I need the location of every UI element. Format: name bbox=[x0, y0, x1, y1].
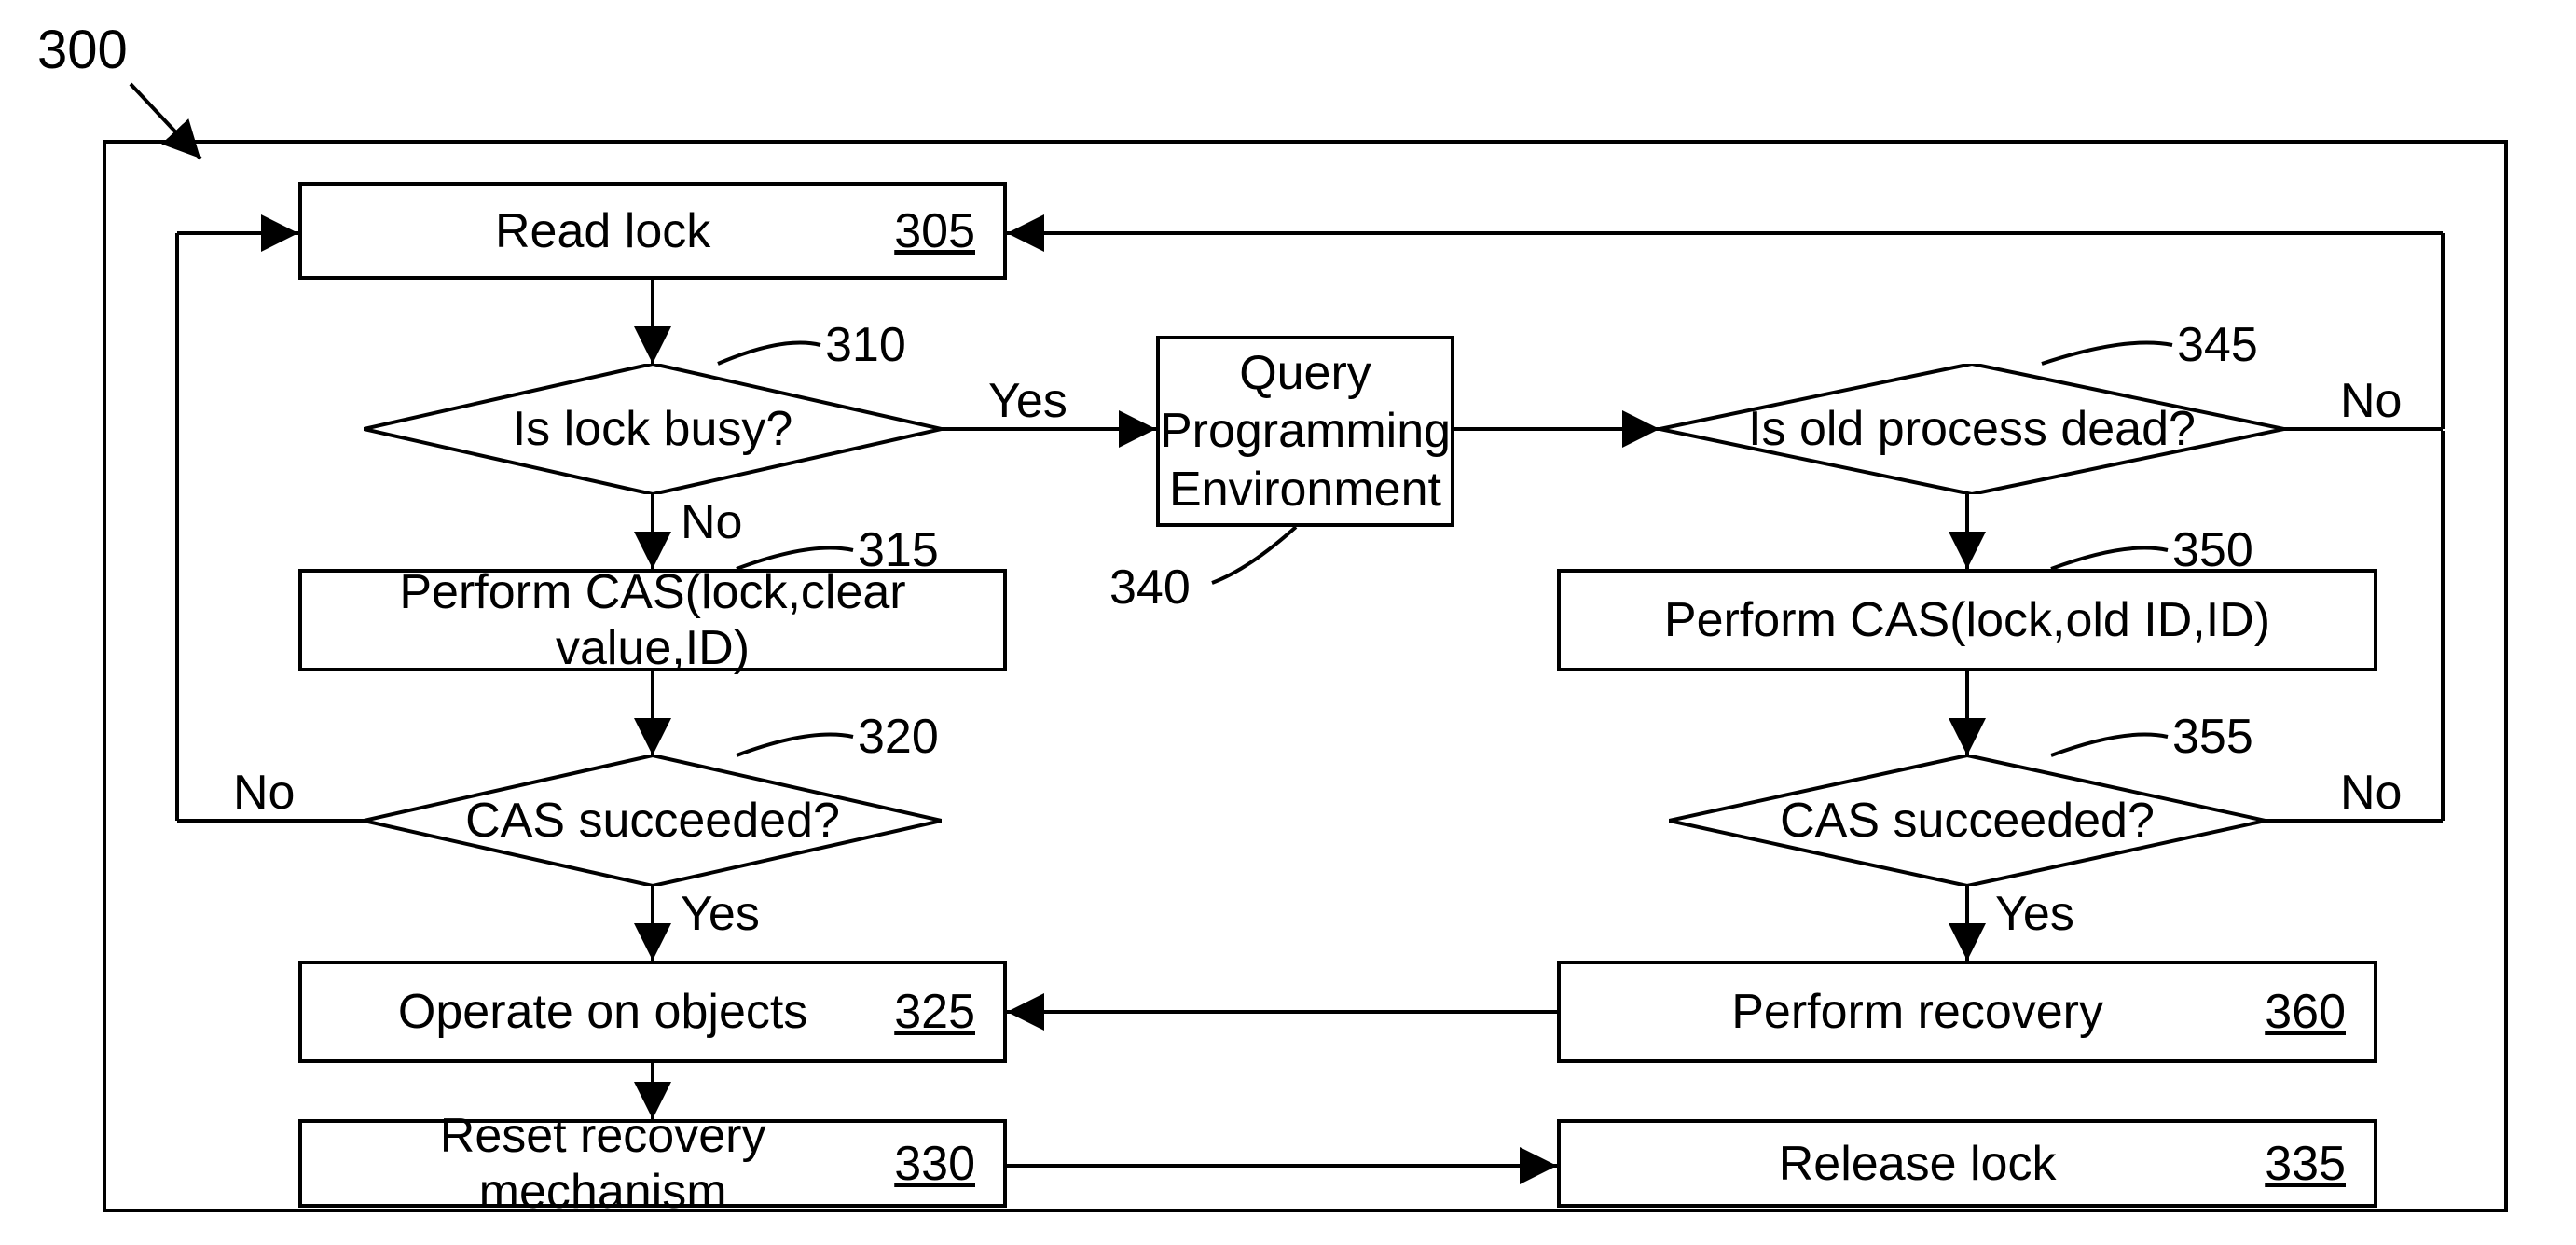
ref-345: 345 bbox=[2177, 317, 2258, 373]
ref-320: 320 bbox=[858, 709, 939, 765]
edge-yes-310: Yes bbox=[988, 373, 1068, 429]
node-cas-succeeded-right: CAS succeeded? bbox=[1669, 755, 2266, 886]
node-ref: 360 bbox=[2265, 984, 2346, 1040]
node-text: Perform CAS(lock,clear value,ID) bbox=[330, 564, 975, 676]
node-ref: 330 bbox=[894, 1136, 975, 1192]
node-release-lock: Release lock 335 bbox=[1557, 1119, 2377, 1208]
node-cas-succeeded-left: CAS succeeded? bbox=[364, 755, 942, 886]
node-is-lock-busy: Is lock busy? bbox=[364, 364, 942, 494]
node-ref: 305 bbox=[894, 203, 975, 259]
node-text: Query Programming Environment bbox=[1160, 344, 1451, 519]
node-text: Release lock bbox=[1589, 1136, 2246, 1192]
node-text: Perform CAS(lock,old ID,ID) bbox=[1589, 592, 2346, 648]
edge-no-320: No bbox=[233, 765, 295, 821]
node-text: Reset recovery mechanism bbox=[330, 1108, 875, 1220]
edge-no-310: No bbox=[681, 494, 742, 550]
node-operate-objects: Operate on objects 325 bbox=[298, 961, 1007, 1063]
node-text: Perform recovery bbox=[1589, 984, 2246, 1040]
node-read-lock: Read lock 305 bbox=[298, 182, 1007, 280]
node-text: Is lock busy? bbox=[513, 401, 793, 457]
node-query-env: Query Programming Environment bbox=[1156, 336, 1454, 527]
ref-315: 315 bbox=[858, 522, 939, 578]
node-ref: 325 bbox=[894, 984, 975, 1040]
ref-350: 350 bbox=[2172, 522, 2253, 578]
node-text: CAS succeeded? bbox=[1780, 793, 2155, 849]
node-text: Is old process dead? bbox=[1748, 401, 2196, 457]
ref-310: 310 bbox=[825, 317, 906, 373]
node-perform-recovery: Perform recovery 360 bbox=[1557, 961, 2377, 1063]
ref-340: 340 bbox=[1109, 560, 1191, 616]
node-text: CAS succeeded? bbox=[465, 793, 840, 849]
node-text: Read lock bbox=[330, 203, 875, 259]
node-text: Operate on objects bbox=[330, 984, 875, 1040]
edge-yes-355: Yes bbox=[1995, 886, 2074, 942]
node-ref: 335 bbox=[2265, 1136, 2346, 1192]
node-old-process-dead: Is old process dead? bbox=[1660, 364, 2284, 494]
edge-no-345: No bbox=[2340, 373, 2402, 429]
node-cas-oldid: Perform CAS(lock,old ID,ID) bbox=[1557, 569, 2377, 671]
ref-355: 355 bbox=[2172, 709, 2253, 765]
edge-yes-320: Yes bbox=[681, 886, 760, 942]
node-cas-clear: Perform CAS(lock,clear value,ID) bbox=[298, 569, 1007, 671]
node-reset-recovery: Reset recovery mechanism 330 bbox=[298, 1119, 1007, 1208]
edge-no-355: No bbox=[2340, 765, 2402, 821]
figure-number: 300 bbox=[37, 19, 128, 81]
